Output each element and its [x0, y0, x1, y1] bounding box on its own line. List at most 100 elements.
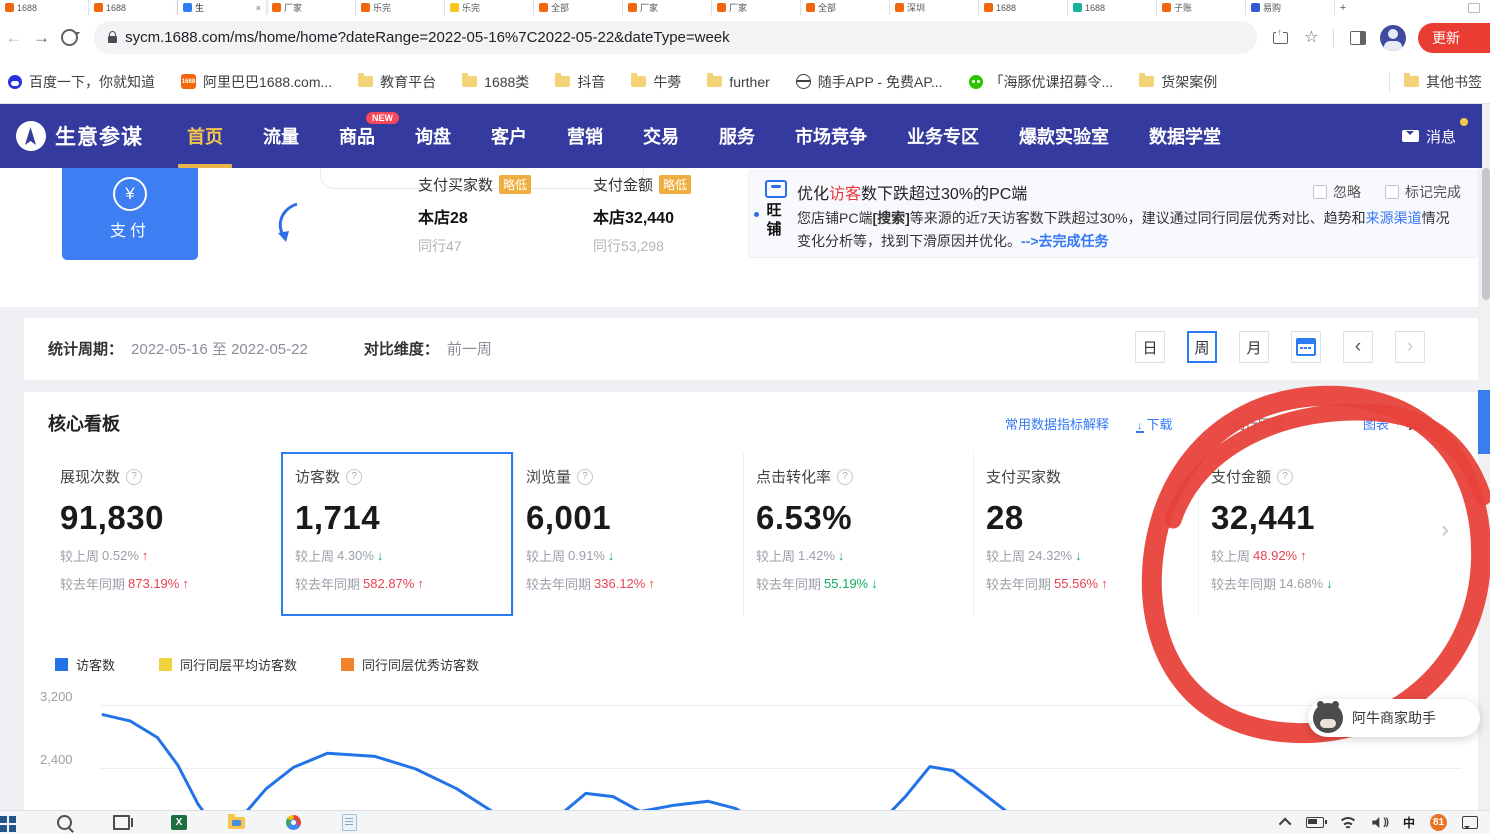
nav-item[interactable]: 市场竞争 [795, 104, 867, 168]
metric-card[interactable]: 点击转化率?6.53%较上周1.42%↓较去年同期55.19%↓ [743, 452, 973, 616]
browser-tab[interactable]: 厂家 [267, 0, 356, 15]
download-link[interactable]: ↓下载 [1136, 414, 1173, 433]
legend-item[interactable]: 访客数 [55, 655, 115, 674]
metric-card[interactable]: 展现次数?91,830较上周0.52%↑较去年同期873.19%↑ [48, 452, 272, 616]
other-bookmarks[interactable]: 其他书签 [1404, 72, 1482, 92]
messages-button[interactable]: 消息 [1402, 126, 1456, 147]
side-panel-icon[interactable] [1350, 31, 1367, 45]
scrollbar-track[interactable] [1482, 104, 1490, 810]
legend-item[interactable]: 同行同层平均访客数 [159, 655, 297, 674]
search-icon[interactable] [57, 815, 72, 830]
task-checkbox[interactable]: 标记完成 [1385, 182, 1461, 202]
checkbox-icon[interactable] [1313, 185, 1327, 199]
bookmark-item[interactable]: 百度一下，你就知道 [8, 72, 155, 92]
start-icon[interactable] [0, 814, 16, 832]
help-icon[interactable]: ? [1277, 469, 1293, 485]
notepad-icon[interactable] [342, 814, 357, 831]
nav-item[interactable]: 商品NEW [339, 104, 375, 168]
metric-card[interactable]: 支付买家数28较上周24.32%↓较去年同期55.56%↑ [973, 452, 1198, 616]
brand[interactable]: 生意参谋 [16, 121, 143, 151]
nav-item[interactable]: 交易 [643, 104, 679, 168]
browser-tab[interactable]: 厂家 [623, 0, 712, 15]
nav-item[interactable]: 爆款实验室 [1019, 104, 1109, 168]
nav-item[interactable]: 首页 [187, 104, 223, 168]
metric-card[interactable]: 访客数?1,714较上周4.30%↓较去年同期582.87%↑ [281, 452, 513, 616]
bookmark-item[interactable]: 教育平台 [358, 72, 436, 92]
bookmark-item[interactable]: 1688阿里巴巴1688.com... [181, 72, 332, 92]
metric-card[interactable]: 浏览量?6,001较上周0.91%↓较去年同期336.12%↑ [513, 452, 743, 616]
metric-explain-link[interactable]: 常用数据指标解释 [1005, 414, 1109, 433]
granularity-selected[interactable]: 周 [1187, 331, 1217, 363]
browser-tab[interactable]: 全部 [801, 0, 890, 15]
share-icon[interactable] [1273, 32, 1288, 44]
window-restore-icon[interactable] [1468, 3, 1480, 13]
file-explorer-icon[interactable] [228, 817, 245, 829]
notification-center-icon[interactable] [1462, 816, 1478, 829]
bookmark-item[interactable]: 货架案例 [1139, 72, 1217, 92]
reload-button[interactable] [61, 29, 78, 46]
browser-tab[interactable]: 全部 [534, 0, 623, 15]
pay-tab[interactable]: ¥ 支付 [62, 168, 198, 260]
back-button[interactable]: ← [0, 28, 28, 48]
tab-close-icon[interactable]: × [256, 3, 261, 13]
granularity-button[interactable]: 月 [1239, 331, 1269, 363]
update-button[interactable]: 更新 [1418, 23, 1490, 53]
bookmark-item[interactable]: 随手APP - 免费AP... [796, 72, 943, 92]
nav-item[interactable]: 询盘 [415, 104, 451, 168]
ime-indicator[interactable]: 中 [1403, 814, 1415, 831]
bookmark-item[interactable]: 牛蒡 [631, 72, 681, 92]
nav-item[interactable]: 业务专区 [907, 104, 979, 168]
task-link[interactable]: -->去完成任务 [1021, 233, 1109, 249]
browser-tab[interactable]: 深圳 [890, 0, 979, 15]
assistant-widget[interactable]: 阿牛商家助手 [1308, 699, 1480, 737]
next-period-button[interactable]: › [1395, 331, 1425, 363]
nav-item[interactable]: 流量 [263, 104, 299, 168]
nav-item[interactable]: 营销 [567, 104, 603, 168]
checkbox-icon[interactable] [1385, 185, 1399, 199]
bookmark-item[interactable]: 抖音 [555, 72, 605, 92]
nav-item[interactable]: 服务 [719, 104, 755, 168]
forward-button[interactable]: → [28, 28, 56, 48]
tray-badge[interactable]: 81 [1430, 814, 1447, 831]
address-bar[interactable]: sycm.1688.com/ms/home/home?dateRange=202… [94, 21, 1257, 54]
bookmark-item[interactable]: 1688类 [462, 72, 529, 92]
wifi-icon[interactable] [1339, 817, 1357, 829]
scrollbar-thumb[interactable] [1482, 168, 1490, 300]
task-checkbox[interactable]: 忽略 [1313, 182, 1361, 202]
next-cards-arrow[interactable]: › [1441, 516, 1449, 544]
chrome-icon[interactable] [286, 815, 301, 830]
nav-item[interactable]: 数据学堂 [1149, 104, 1221, 168]
help-icon[interactable]: ? [577, 469, 593, 485]
help-icon[interactable]: ? [126, 469, 142, 485]
tray-chevron-icon[interactable] [1279, 818, 1292, 831]
metric-card[interactable]: 支付金额?32,441较上周48.92%↑较去年同期14.68%↓ [1198, 452, 1438, 616]
bookmark-item[interactable]: 「海豚优课招募令... [969, 72, 1114, 92]
task-view-icon[interactable] [113, 815, 130, 830]
browser-tab[interactable]: 厂家 [712, 0, 801, 15]
nav-item[interactable]: 客户 [491, 104, 527, 168]
excel-icon[interactable]: X [171, 815, 187, 830]
compare-value[interactable]: 前一周 [447, 338, 492, 359]
speaker-icon[interactable]: )) [1372, 817, 1388, 828]
granularity-button[interactable]: 日 [1135, 331, 1165, 363]
browser-tab[interactable]: 乐完 [356, 0, 445, 15]
task-link[interactable]: 来源渠道 [1366, 210, 1422, 226]
profile-avatar[interactable] [1380, 25, 1406, 51]
calendar-button[interactable] [1291, 331, 1321, 363]
browser-tab[interactable]: 生× [178, 0, 267, 15]
browser-tab[interactable]: 易购 [1246, 0, 1335, 15]
help-icon[interactable]: ? [837, 469, 853, 485]
browser-tab[interactable]: 子账 [1157, 0, 1246, 15]
chart-view-toggle[interactable]: 图表 [1363, 414, 1389, 433]
new-tab-button[interactable]: + [1335, 2, 1351, 14]
browser-tab[interactable]: 乐完 [445, 0, 534, 15]
browser-tab[interactable]: 1688 [979, 0, 1068, 15]
legend-item[interactable]: 同行同层优秀访客数 [341, 655, 479, 674]
table-view-toggle[interactable]: 表格 [1406, 414, 1432, 433]
bookmark-item[interactable]: further [707, 74, 769, 90]
period-value[interactable]: 2022-05-16 至 2022-05-22 [131, 338, 308, 359]
prev-period-button[interactable]: ‹ [1343, 331, 1373, 363]
battery-icon[interactable] [1306, 817, 1324, 828]
browser-tab[interactable]: 1688 [0, 0, 89, 15]
help-icon[interactable]: ? [346, 469, 362, 485]
